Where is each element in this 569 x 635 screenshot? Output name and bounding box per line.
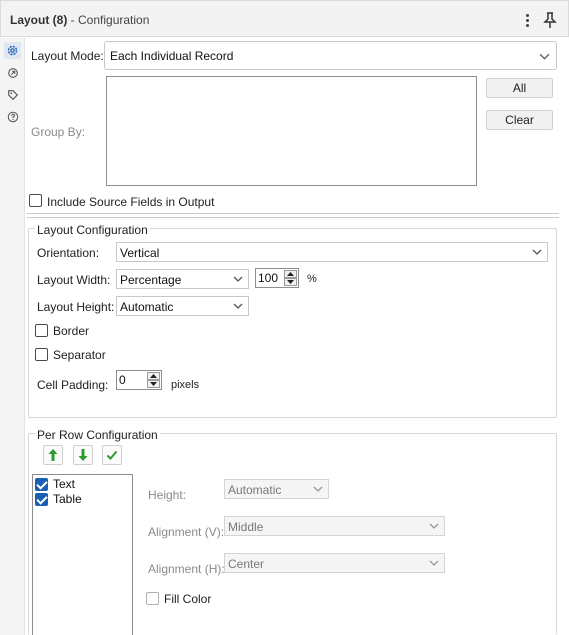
alignment-h-label: Alignment (H): bbox=[148, 562, 225, 576]
layout-width-spinner[interactable]: 100 bbox=[255, 268, 299, 288]
spinner-arrows[interactable] bbox=[147, 372, 160, 388]
section-name: - Configuration bbox=[67, 13, 150, 27]
cell-padding-label: Cell Padding: bbox=[37, 378, 109, 392]
check-icon bbox=[106, 450, 118, 460]
width-unit-label: % bbox=[307, 273, 317, 285]
alignment-v-value: Middle bbox=[228, 520, 264, 534]
row-table-label: Table bbox=[53, 492, 82, 506]
tag-icon[interactable] bbox=[4, 86, 21, 103]
layout-height-value: Automatic bbox=[120, 300, 174, 314]
spinner-arrows[interactable] bbox=[284, 270, 297, 286]
layout-height-label: Layout Height: bbox=[37, 300, 115, 314]
border-checkbox[interactable] bbox=[35, 324, 48, 337]
include-source-label: Include Source Fields in Output bbox=[47, 195, 215, 209]
chevron-down-icon bbox=[539, 53, 550, 60]
chevron-down-icon bbox=[313, 486, 323, 492]
layout-configuration-title: Layout Configuration bbox=[35, 223, 150, 237]
orientation-value: Vertical bbox=[120, 246, 160, 260]
check-all-button[interactable] bbox=[102, 445, 122, 465]
row-height-value: Automatic bbox=[228, 483, 282, 497]
row-text-label: Text bbox=[53, 477, 76, 491]
side-rail bbox=[0, 38, 25, 635]
fill-color-label: Fill Color bbox=[164, 592, 212, 606]
layout-mode-select[interactable]: Each Individual Record bbox=[104, 41, 557, 70]
row-list[interactable]: Text Table bbox=[32, 474, 133, 635]
chevron-down-icon bbox=[429, 523, 439, 529]
tool-name: Layout (8) bbox=[10, 13, 68, 27]
orientation-label: Orientation: bbox=[37, 246, 100, 260]
panel-title: Layout (8) - Configuration bbox=[10, 13, 149, 27]
alignment-h-value: Center bbox=[228, 557, 265, 571]
per-row-configuration-title: Per Row Configuration bbox=[35, 428, 160, 442]
more-options-icon[interactable] bbox=[520, 10, 534, 30]
group-by-label: Group By: bbox=[31, 125, 86, 139]
chevron-down-icon bbox=[233, 303, 243, 309]
layout-width-value: 100 bbox=[258, 271, 279, 285]
move-down-button[interactable] bbox=[73, 445, 93, 465]
layout-mode-value: Each Individual Record bbox=[110, 49, 234, 63]
orientation-select[interactable]: Vertical bbox=[116, 242, 548, 262]
spin-up-icon[interactable] bbox=[147, 372, 160, 380]
layout-width-label: Layout Width: bbox=[37, 273, 111, 287]
divider bbox=[27, 217, 559, 218]
layout-width-mode: Percentage bbox=[120, 273, 182, 287]
include-source-checkbox[interactable] bbox=[29, 194, 42, 207]
move-down-icon bbox=[78, 449, 88, 461]
move-up-button[interactable] bbox=[43, 445, 63, 465]
panel-header: Layout (8) - Configuration bbox=[0, 0, 569, 37]
row-table-checkbox[interactable] bbox=[35, 493, 48, 506]
group-by-list[interactable] bbox=[106, 76, 477, 186]
chevron-down-icon bbox=[233, 276, 243, 282]
divider bbox=[27, 213, 559, 214]
spin-up-icon[interactable] bbox=[284, 270, 297, 278]
help-icon[interactable] bbox=[4, 108, 21, 125]
layout-width-select[interactable]: Percentage bbox=[116, 269, 249, 289]
layout-mode-label: Layout Mode: bbox=[31, 49, 104, 63]
alignment-h-select[interactable]: Center bbox=[224, 553, 445, 573]
alignment-v-label: Alignment (V): bbox=[148, 525, 225, 539]
chevron-down-icon bbox=[532, 249, 542, 255]
chevron-down-icon bbox=[429, 560, 439, 566]
alignment-v-select[interactable]: Middle bbox=[224, 516, 445, 536]
row-height-label: Height: bbox=[148, 488, 187, 502]
border-label: Border bbox=[53, 324, 90, 338]
gear-arrow-icon[interactable] bbox=[4, 64, 21, 81]
layout-height-select[interactable]: Automatic bbox=[116, 296, 249, 316]
all-button[interactable]: All bbox=[486, 78, 553, 98]
row-text-checkbox[interactable] bbox=[35, 478, 48, 491]
separator-checkbox[interactable] bbox=[35, 348, 48, 361]
fill-color-checkbox[interactable] bbox=[146, 592, 159, 605]
clear-button[interactable]: Clear bbox=[486, 110, 553, 130]
row-height-select[interactable]: Automatic bbox=[224, 479, 329, 499]
spin-down-icon[interactable] bbox=[147, 380, 160, 388]
cell-padding-value: 0 bbox=[119, 373, 126, 387]
cell-padding-spinner[interactable]: 0 bbox=[116, 370, 162, 390]
pin-icon[interactable] bbox=[542, 11, 558, 29]
separator-label: Separator bbox=[53, 348, 106, 362]
spin-down-icon[interactable] bbox=[284, 278, 297, 286]
gear-icon[interactable] bbox=[4, 42, 21, 59]
padding-unit-label: pixels bbox=[171, 379, 200, 391]
move-up-icon bbox=[48, 449, 58, 461]
